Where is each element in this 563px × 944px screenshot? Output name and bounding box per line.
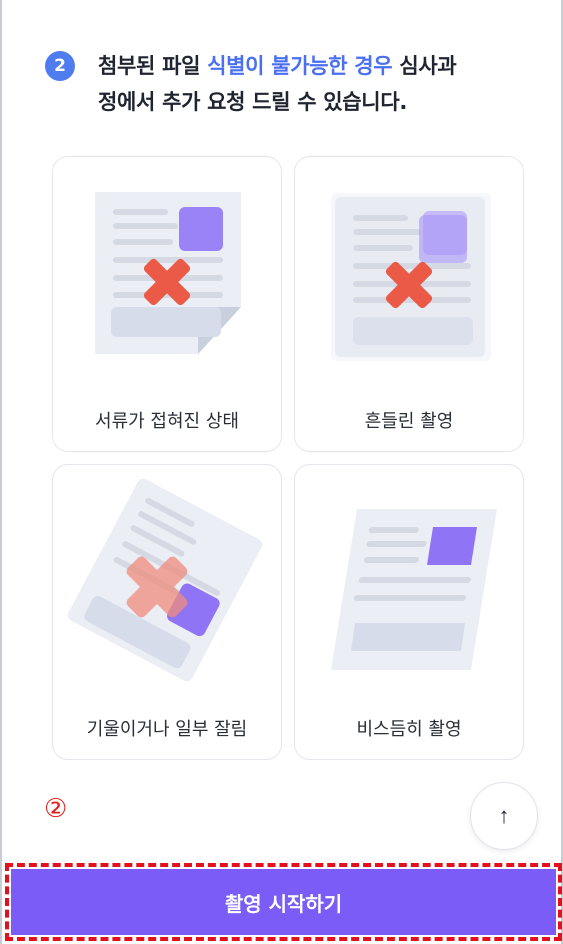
skewed-document-icon xyxy=(331,509,497,670)
notice-line1-pre: 첨부된 파일 xyxy=(98,54,208,78)
card-caption: 비스듬히 촬영 xyxy=(356,719,462,740)
notice-line2: 정에서 추가 요청 드릴 수 있습니다. xyxy=(98,90,408,114)
start-capture-button[interactable]: 촬영 시작하기 xyxy=(11,869,556,935)
notice-text: 첨부된 파일 식별이 불가능한 경우 심사과 정에서 추가 요청 드릴 수 있습… xyxy=(98,48,548,120)
cta-highlight-box: 촬영 시작하기 xyxy=(5,863,562,941)
example-card-tilted: 기울이거나 일부 잘림 xyxy=(52,464,282,760)
arrow-up-icon: ↑ xyxy=(498,803,510,828)
notice-line1-post: 심사과 xyxy=(392,54,457,78)
blurry-document-icon xyxy=(331,193,491,361)
tilted-cropped-document-icon xyxy=(67,478,263,682)
step-badge: 2 xyxy=(45,51,75,81)
card-caption: 흔들린 촬영 xyxy=(364,411,454,432)
card-caption: 서류가 접혀진 상태 xyxy=(95,411,239,432)
example-card-blurry: 흔들린 촬영 xyxy=(294,156,524,452)
example-card-skewed: 비스듬히 촬영 xyxy=(294,464,524,760)
notice-highlight: 식별이 불가능한 경우 xyxy=(207,54,393,78)
folded-document-icon xyxy=(95,192,241,354)
scroll-to-top-button[interactable]: ↑ xyxy=(470,782,538,850)
card-caption: 기울이거나 일부 잘림 xyxy=(86,719,248,740)
screen-frame: 2 첨부된 파일 식별이 불가능한 경우 심사과 정에서 추가 요청 드릴 수 … xyxy=(0,0,563,944)
example-card-folded: 서류가 접혀진 상태 xyxy=(52,156,282,452)
annotation-marker: ② xyxy=(44,794,68,824)
